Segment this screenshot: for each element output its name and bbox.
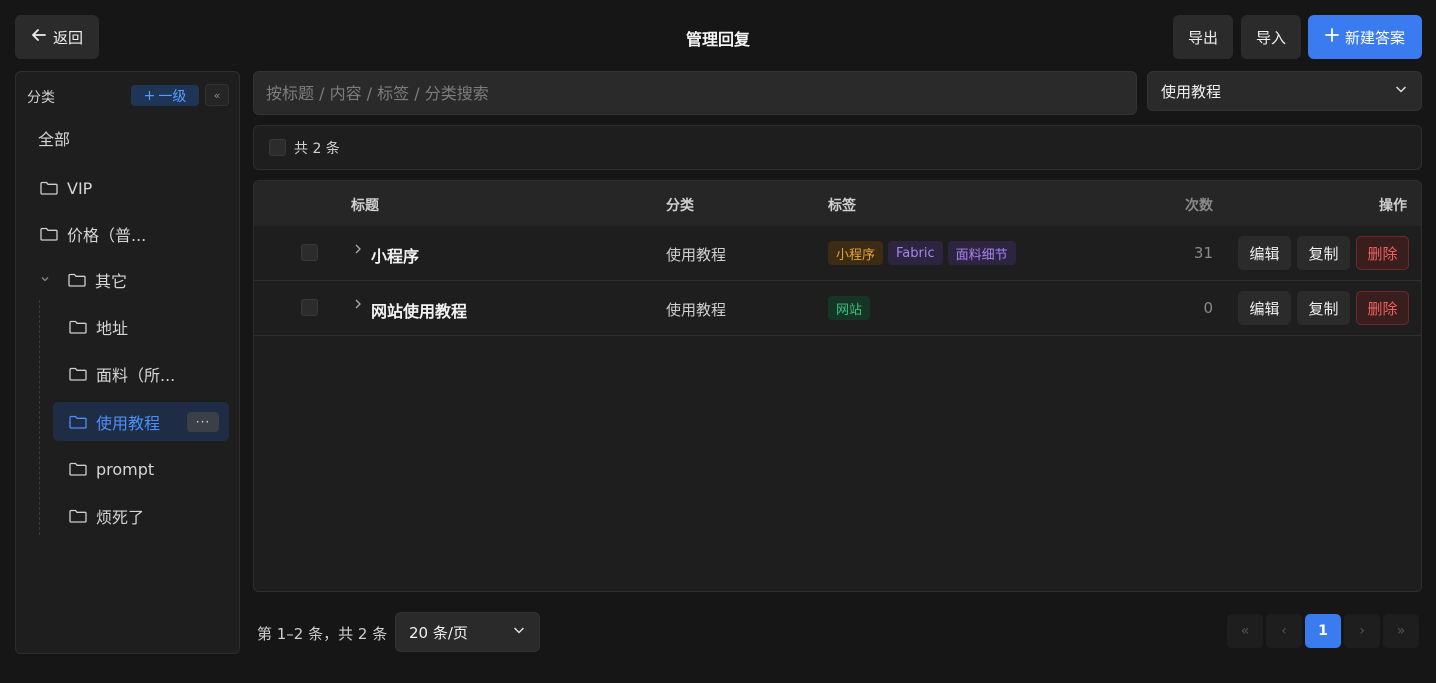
sidebar-heading: 分类: [27, 90, 55, 106]
table-header: 标题 分类 标签 次数 操作: [254, 181, 1421, 226]
chevron-right-icon[interactable]: [353, 298, 363, 314]
row-title[interactable]: 小程序: [371, 243, 419, 267]
sidebar-item-prompt[interactable]: prompt: [69, 449, 239, 489]
sidebar-item-label: VIP: [67, 178, 93, 198]
export-button[interactable]: 导出: [1173, 15, 1233, 59]
new-answer-label: 新建答案: [1344, 28, 1405, 47]
chevron-down-icon: [1394, 82, 1408, 100]
sidebar-item-fabric[interactable]: 面料（所...: [69, 354, 239, 394]
row-category: 使用教程: [666, 246, 727, 264]
column-actions: 操作: [1379, 198, 1407, 214]
prev-page-button[interactable]: ‹: [1266, 614, 1302, 648]
more-options-button[interactable]: ···: [187, 411, 219, 432]
chevron-down-icon[interactable]: [40, 274, 54, 287]
category-filter-select[interactable]: 使用教程: [1147, 71, 1422, 111]
sidebar-item-tutorial[interactable]: 使用教程 ···: [53, 402, 229, 441]
row-count: 0: [1203, 299, 1213, 317]
plus-icon: [1325, 28, 1339, 46]
row-checkbox[interactable]: [301, 244, 318, 261]
search-input[interactable]: [253, 71, 1137, 115]
tag-badge: 小程序: [828, 241, 884, 265]
edit-button[interactable]: 编辑: [1238, 291, 1291, 325]
tag-badge: Fabric: [888, 241, 943, 265]
sidebar-item-other[interactable]: 其它: [40, 260, 239, 300]
collapse-sidebar-button[interactable]: «: [205, 84, 229, 106]
sidebar-item-annoyed[interactable]: 烦死了: [69, 496, 239, 536]
category-sidebar: 分类 + 一级 « 全部 VIP 价格（普... 其它 地址 面料（所... 使…: [15, 71, 240, 654]
folder-icon: [69, 320, 87, 334]
last-page-button[interactable]: »: [1383, 614, 1419, 648]
edit-button[interactable]: 编辑: [1238, 236, 1291, 270]
next-page-button[interactable]: ›: [1344, 614, 1380, 648]
folder-icon: [69, 462, 87, 476]
copy-button[interactable]: 复制: [1297, 291, 1350, 325]
copy-button[interactable]: 复制: [1297, 236, 1350, 270]
tag-badge: 网站: [828, 296, 871, 320]
page-size-select[interactable]: 20 条/页: [395, 612, 540, 652]
sidebar-item-label: 烦死了: [96, 508, 145, 527]
folder-icon: [40, 181, 58, 195]
delete-button[interactable]: 删除: [1356, 236, 1409, 270]
delete-button[interactable]: 删除: [1356, 291, 1409, 325]
chevron-right-icon[interactable]: [353, 243, 363, 259]
total-count-label: 共 2 条: [294, 140, 340, 157]
folder-icon: [68, 273, 86, 287]
tag-badge: 面料细节: [947, 241, 1016, 265]
folder-icon: [69, 415, 87, 429]
column-category[interactable]: 分类: [666, 195, 694, 215]
add-top-level-button[interactable]: + 一级: [131, 85, 199, 106]
folder-icon: [69, 367, 87, 381]
chevron-down-icon: [512, 623, 526, 641]
new-answer-button[interactable]: 新建答案: [1308, 15, 1422, 59]
first-page-button[interactable]: «: [1227, 614, 1263, 648]
row-category: 使用教程: [666, 301, 727, 319]
row-count: 31: [1193, 244, 1213, 262]
current-page-button[interactable]: 1: [1305, 614, 1341, 648]
sidebar-item-price[interactable]: 价格（普...: [40, 214, 239, 254]
sidebar-item-label: 使用教程: [96, 413, 161, 433]
table-row: 网站使用教程 使用教程 网站 0 编辑 复制 删除: [254, 281, 1421, 336]
pagination-range: 第 1–2 条，共 2 条: [257, 625, 388, 643]
sidebar-item-label: 其它: [95, 272, 128, 291]
selection-bar: 共 2 条: [253, 125, 1422, 170]
row-title[interactable]: 网站使用教程: [371, 298, 467, 322]
column-count[interactable]: 次数: [1185, 195, 1213, 215]
row-checkbox[interactable]: [301, 299, 318, 316]
category-filter-value: 使用教程: [1161, 82, 1222, 101]
page-size-value: 20 条/页: [409, 623, 468, 642]
plus-icon: +: [143, 87, 156, 104]
folder-icon: [40, 227, 58, 241]
sidebar-item-label: prompt: [96, 459, 155, 479]
table-row: 小程序 使用教程 小程序 Fabric 面料细节 31 编辑 复制 删除: [254, 226, 1421, 281]
column-title[interactable]: 标题: [351, 195, 379, 215]
add-label: 一级: [158, 88, 187, 105]
sidebar-item-label: 面料（所...: [96, 366, 176, 385]
sidebar-item-label: 价格（普...: [67, 226, 147, 245]
sidebar-item-vip[interactable]: VIP: [40, 168, 239, 208]
answers-table: 标题 分类 标签 次数 操作 小程序 使用教程 小程序 Fabric 面料细节 …: [253, 180, 1422, 592]
row-tags: 小程序 Fabric 面料细节: [828, 241, 1016, 265]
folder-icon: [69, 509, 87, 523]
row-tags: 网站: [828, 296, 871, 320]
select-all-checkbox[interactable]: [269, 139, 286, 156]
sidebar-item-address[interactable]: 地址: [69, 307, 239, 347]
import-button[interactable]: 导入: [1241, 15, 1301, 59]
tree-guide-line: [39, 300, 40, 535]
sidebar-item-all[interactable]: 全部: [38, 118, 239, 158]
column-tags[interactable]: 标签: [828, 195, 856, 215]
sidebar-item-label: 地址: [96, 319, 129, 338]
sidebar-item-label: 全部: [38, 130, 71, 149]
